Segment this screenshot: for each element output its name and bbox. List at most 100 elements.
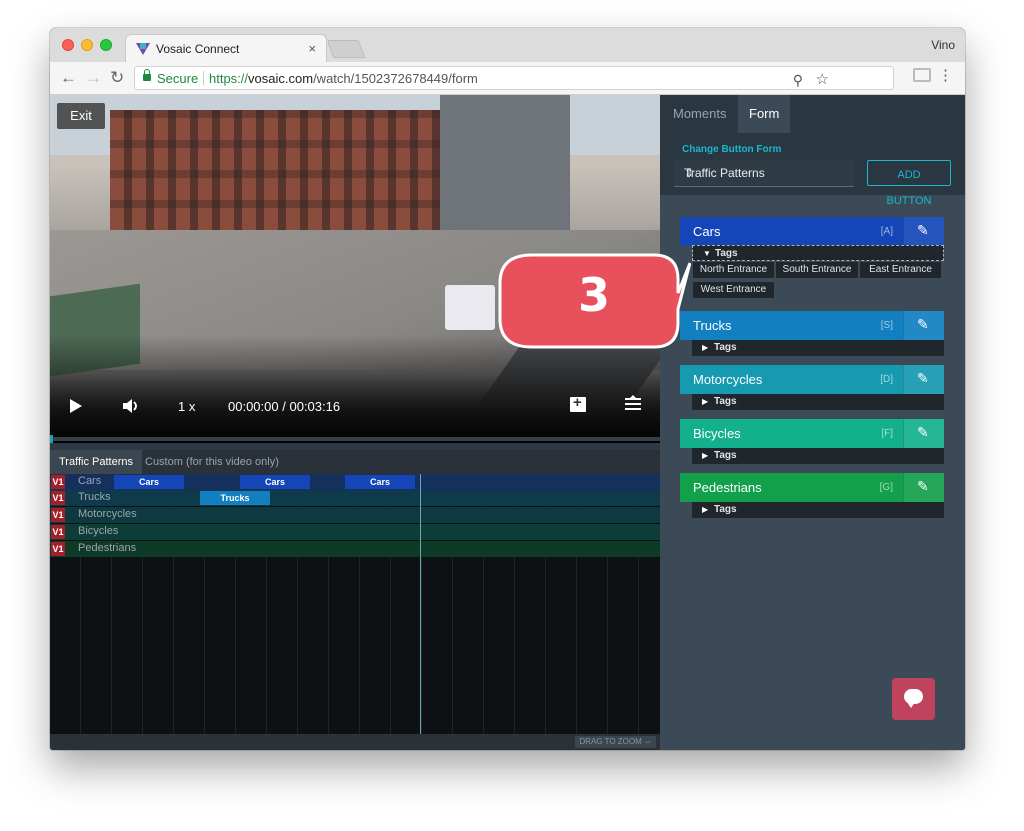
category-label: Cars <box>693 224 721 239</box>
category-trucks[interactable]: Trucks [S] ✎ <box>680 311 944 340</box>
timeline-footer: DRAG TO ZOOM ⇔ <box>50 734 660 750</box>
video-progress-bar[interactable] <box>50 435 660 443</box>
close-icon[interactable]: × <box>308 41 316 56</box>
version-badge: V1 <box>51 491 65 505</box>
address-divider <box>203 71 204 85</box>
category-shortcut: [F] <box>881 428 893 439</box>
version-badge: V1 <box>51 508 65 522</box>
track-label: Trucks <box>78 491 111 503</box>
segment-cars-1[interactable]: Cars <box>114 475 184 489</box>
new-tab-button[interactable] <box>326 40 366 58</box>
segment-cars-3[interactable]: Cars <box>345 475 415 489</box>
url-protocol: https:// <box>209 71 249 86</box>
url-host: vosaic.com <box>248 71 314 86</box>
app-content: Exit 1 x 00:00:00 / 00:03:16 Traffic Pat… <box>50 95 965 750</box>
track-motorcycles[interactable]: V1 Motorcycles <box>50 507 660 523</box>
tags-toggle-pedestrians[interactable]: ▶ Tags <box>692 502 944 518</box>
forward-icon[interactable]: → <box>85 68 102 88</box>
tags-toggle-bicycles[interactable]: ▶ Tags <box>692 448 944 464</box>
triangle-right-icon: ▶ <box>702 505 709 514</box>
track-pedestrians[interactable]: V1 Pedestrians <box>50 541 660 557</box>
url-text[interactable]: https://vosaic.com/watch/1502372678449/f… <box>209 71 478 86</box>
exit-button[interactable]: Exit <box>57 103 105 129</box>
video-frame-truck <box>445 285 495 330</box>
edit-category-button[interactable]: ✎ <box>903 365 944 394</box>
category-pedestrians[interactable]: Pedestrians [G] ✎ <box>680 473 944 502</box>
video-frame-building-brick <box>110 110 440 230</box>
lock-icon <box>143 69 151 81</box>
tags-toggle-cars[interactable]: ▼ Tags <box>692 245 944 261</box>
segment-cars-2[interactable]: Cars <box>240 475 310 489</box>
volume-icon[interactable] <box>122 398 140 414</box>
category-label: Pedestrians <box>693 480 762 495</box>
category-motorcycles[interactable]: Motorcycles [D] ✎ <box>680 365 944 394</box>
tags-label: Tags <box>714 450 737 461</box>
tab-moments[interactable]: Moments <box>662 95 737 133</box>
browser-tab[interactable]: Vosaic Connect × <box>125 34 327 62</box>
address-bar[interactable]: Secure https://vosaic.com/watch/15023726… <box>134 66 894 90</box>
moments-list-icon[interactable] <box>624 395 642 413</box>
tab-traffic-patterns[interactable]: Traffic Patterns <box>50 450 142 474</box>
playback-speed[interactable]: 1 x <box>178 399 195 414</box>
track-trucks[interactable]: V1 Trucks Trucks <box>50 490 660 506</box>
edit-category-button[interactable]: ✎ <box>903 419 944 448</box>
minimize-window-button[interactable] <box>81 39 93 51</box>
browser-toolbar: ← → ↻ Secure https://vosaic.com/watch/15… <box>50 62 965 95</box>
play-icon[interactable] <box>70 399 82 413</box>
segment-trucks-1[interactable]: Trucks <box>200 491 270 505</box>
drag-to-zoom-hint[interactable]: DRAG TO ZOOM ⇔ <box>575 736 656 748</box>
tag-east-entrance[interactable]: East Entrance <box>859 261 942 279</box>
tab-custom[interactable]: Custom (for this video only) <box>136 450 288 474</box>
pencil-icon: ✎ <box>917 424 929 440</box>
track-cars[interactable]: V1 Cars Cars Cars Cars <box>50 474 660 490</box>
button-form-select[interactable]: Traffic Patterns ⇕ <box>674 160 854 187</box>
bookmark-star-icon[interactable]: ☆ <box>816 70 829 88</box>
vosaic-logo-icon <box>136 43 150 55</box>
cast-icon[interactable] <box>913 68 931 82</box>
tags-toggle-motorcycles[interactable]: ▶ Tags <box>692 394 944 410</box>
secure-label: Secure <box>157 71 199 86</box>
version-badge: V1 <box>51 542 65 556</box>
triangle-right-icon: ▶ <box>702 451 709 460</box>
tags-label: Tags <box>714 396 737 407</box>
category-bicycles[interactable]: Bicycles [F] ✎ <box>680 419 944 448</box>
category-label: Trucks <box>693 318 732 333</box>
edit-category-button[interactable]: ✎ <box>903 473 944 502</box>
tags-label: Tags <box>715 248 738 259</box>
edit-category-button[interactable]: ✎ <box>903 311 944 340</box>
form-header: Change Button Form Traffic Patterns ⇕ AD… <box>660 133 965 207</box>
tags-label: Tags <box>714 342 737 353</box>
select-caret-icon: ⇕ <box>684 166 695 180</box>
track-bicycles[interactable]: V1 Bicycles <box>50 524 660 540</box>
timeline-playhead[interactable] <box>420 474 421 734</box>
category-shortcut: [A] <box>880 226 893 237</box>
tag-west-entrance[interactable]: West Entrance <box>692 281 775 299</box>
tags-toggle-trucks[interactable]: ▶ Tags <box>692 340 944 356</box>
pencil-icon: ✎ <box>917 316 929 332</box>
progress-knob[interactable] <box>50 435 53 443</box>
edit-category-button[interactable]: ✎ <box>903 217 944 246</box>
step-number: 3 <box>578 268 611 322</box>
close-window-button[interactable] <box>62 39 74 51</box>
tab-form[interactable]: Form <box>738 95 791 133</box>
category-cars[interactable]: Cars [A] ✎ <box>680 217 944 246</box>
duration: 00:03:16 <box>289 399 341 414</box>
panel-tabs: Moments Form <box>660 95 965 133</box>
zoom-icon[interactable]: ⚲ <box>793 72 803 89</box>
version-badge: V1 <box>51 475 65 489</box>
tag-north-entrance[interactable]: North Entrance <box>692 261 775 279</box>
browser-menu-icon[interactable]: ⋮ <box>938 66 953 84</box>
track-label: Motorcycles <box>78 508 137 520</box>
add-moment-icon[interactable] <box>570 394 586 412</box>
tag-south-entrance[interactable]: South Entrance <box>775 261 859 279</box>
timeline-tracks[interactable]: V1 Cars Cars Cars Cars V1 Trucks Trucks … <box>50 474 660 734</box>
reload-icon[interactable]: ↻ <box>110 68 124 88</box>
chat-bubble-icon[interactable] <box>892 678 935 720</box>
track-label: Pedestrians <box>78 542 137 554</box>
back-icon[interactable]: ← <box>60 68 77 88</box>
maximize-window-button[interactable] <box>100 39 112 51</box>
triangle-right-icon: ▶ <box>702 397 709 406</box>
tab-title: Vosaic Connect <box>156 42 240 56</box>
profile-name[interactable]: Vino <box>931 38 955 52</box>
add-button-button[interactable]: ADD BUTTON <box>867 160 951 207</box>
